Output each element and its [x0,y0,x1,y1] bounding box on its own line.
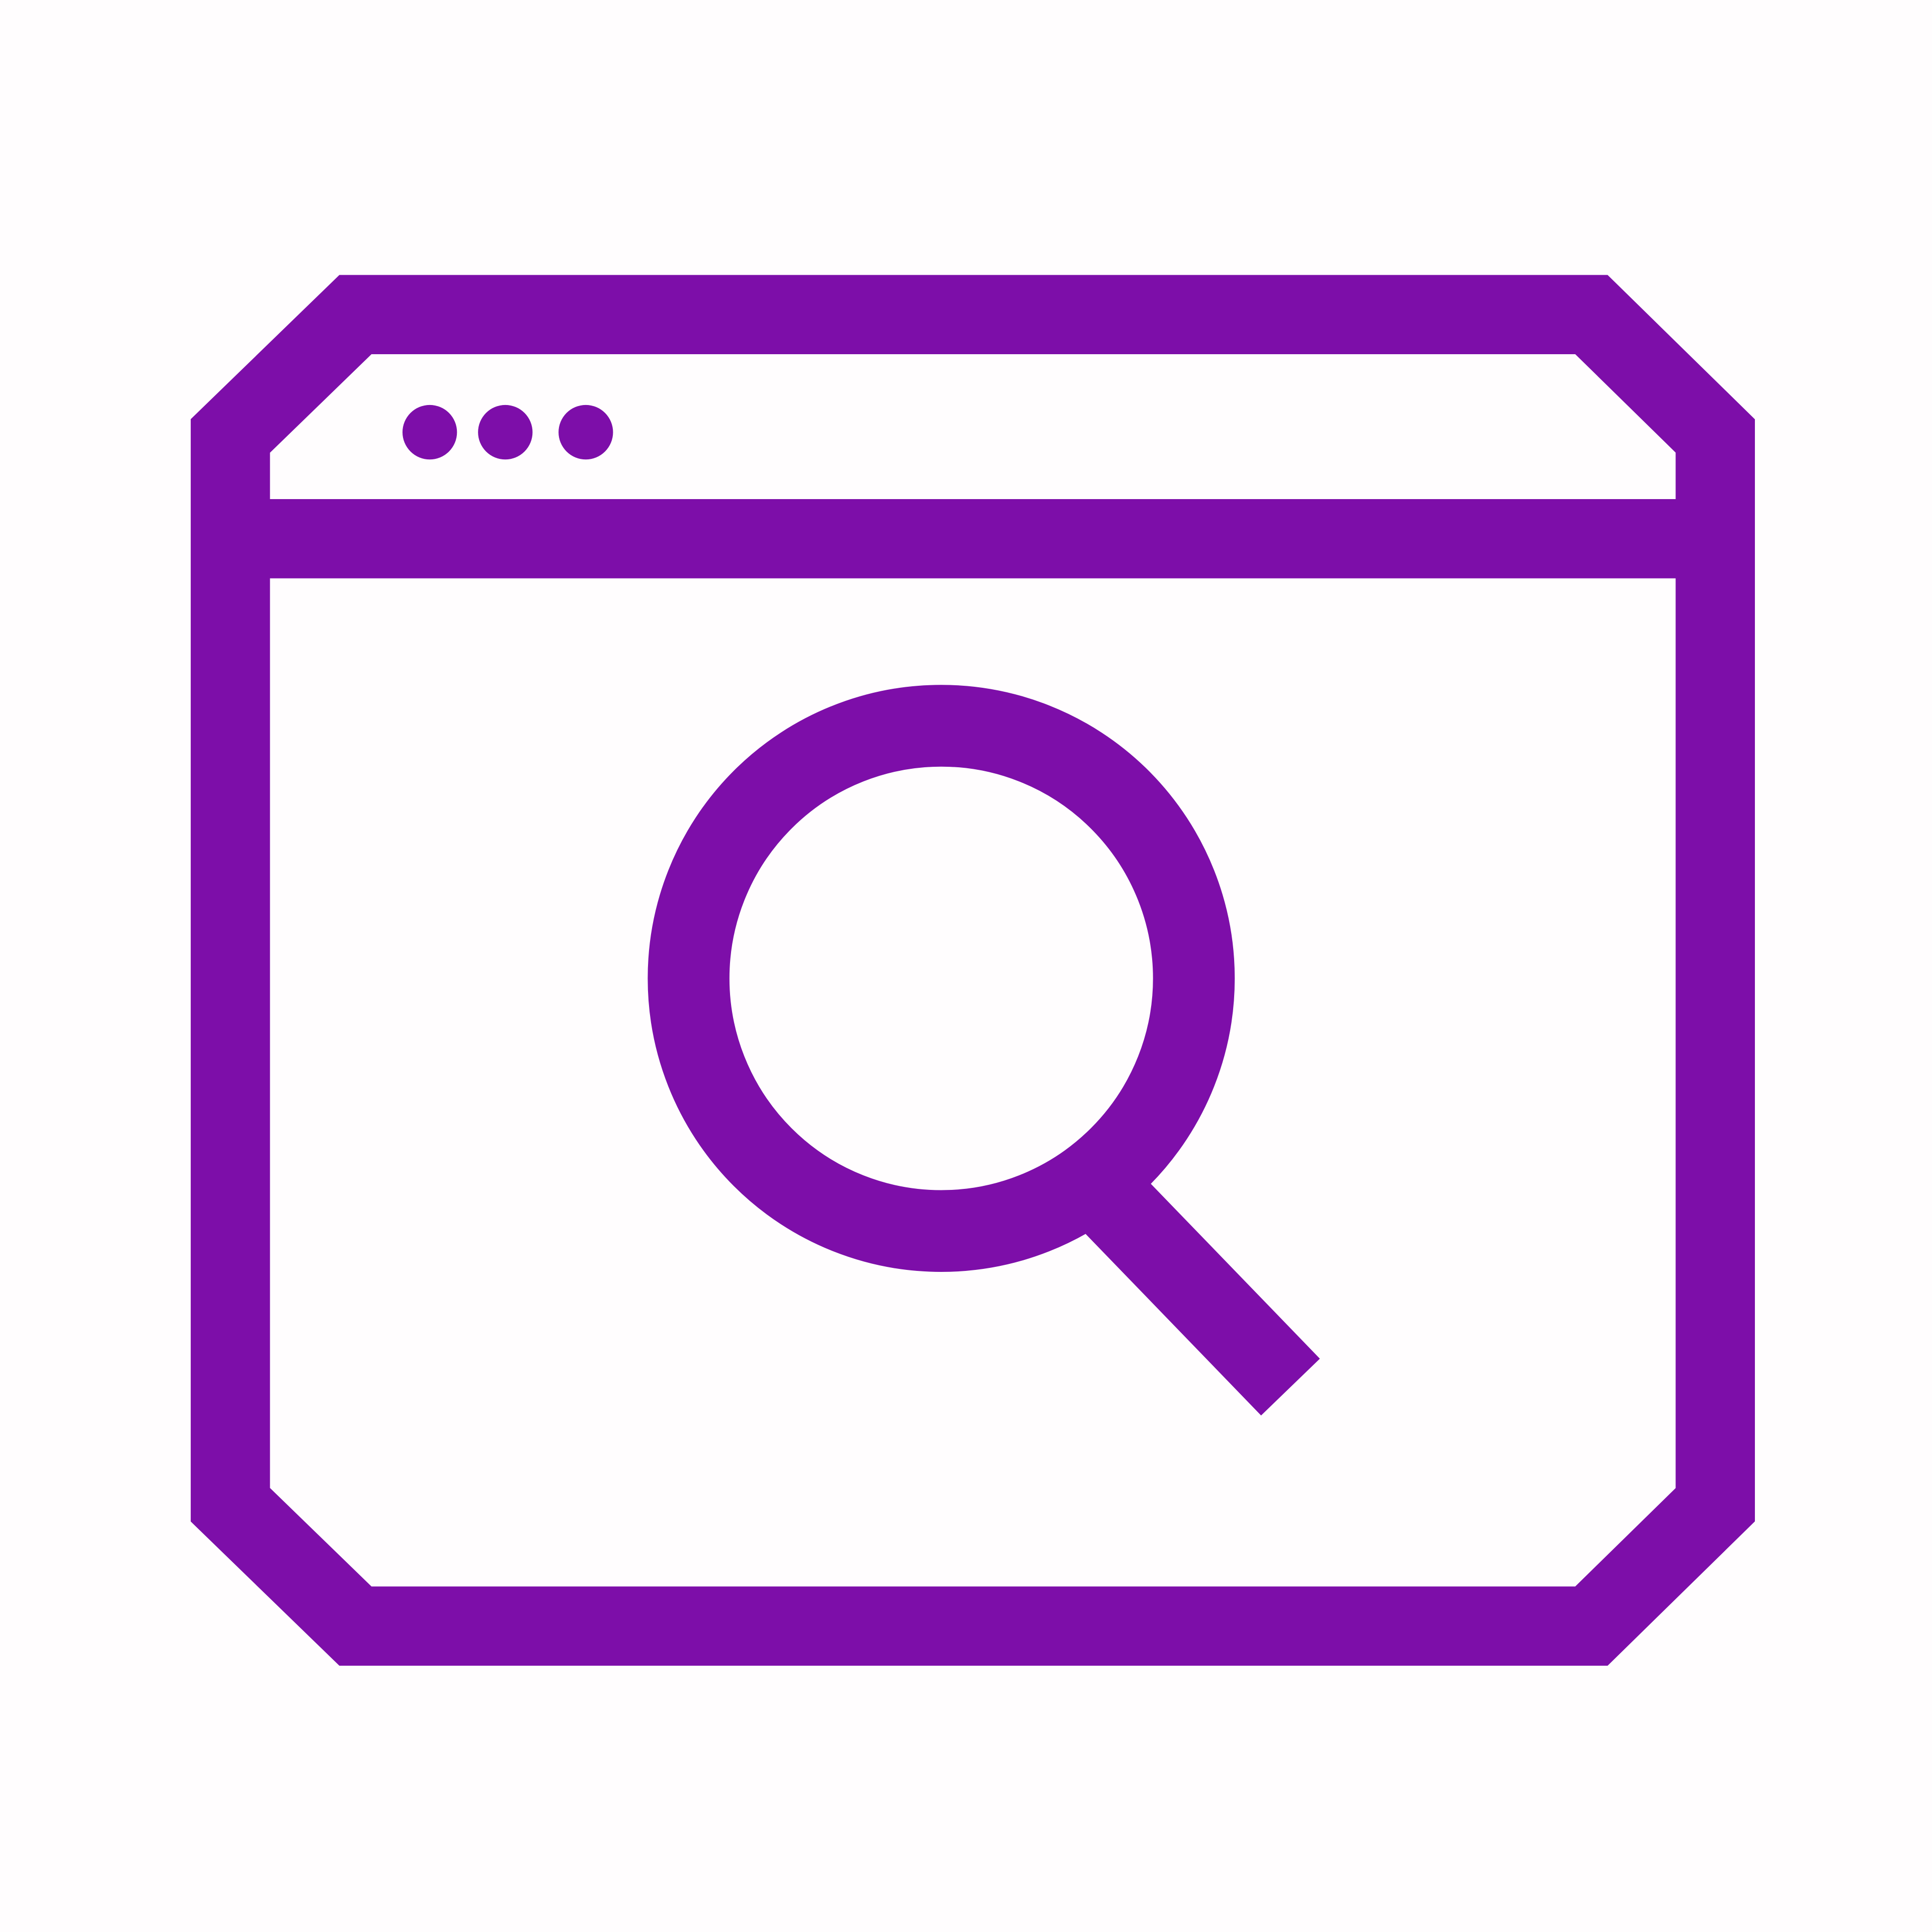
browser-window-icon [191,275,1755,1666]
magnifier-lens [648,685,1235,1272]
window-dots-icon [403,405,613,460]
window-dot [403,405,457,460]
window-dot [558,405,613,460]
browser-search-icon [191,275,1755,1666]
icon-canvas [0,0,1932,1932]
magnifying-glass-icon [648,685,1320,1416]
magnifier-handle [1081,1173,1320,1416]
window-dot [478,405,533,460]
